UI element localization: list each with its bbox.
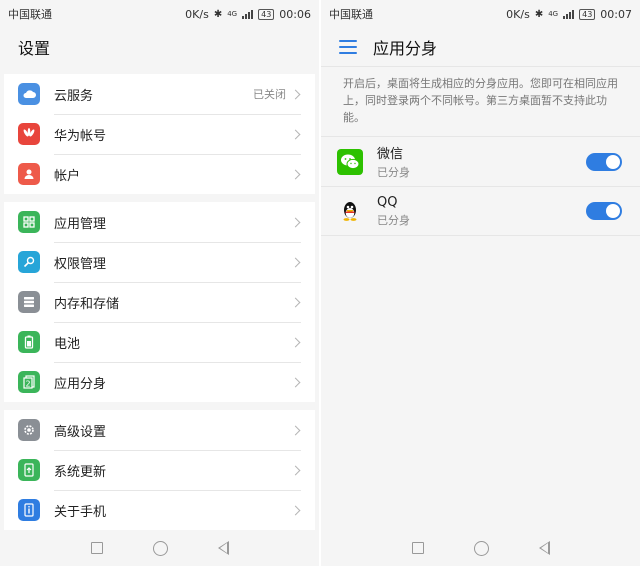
settings-item-cloud[interactable]: 云服务 已关闭: [4, 74, 315, 114]
chevron-right-icon: [290, 505, 301, 515]
settings-item-label: 华为帐号: [54, 128, 107, 144]
settings-item-label: 高级设置: [54, 424, 107, 440]
network-speed: 0K/s: [506, 7, 530, 21]
app-name: 微信: [377, 147, 404, 162]
page-title: 应用分身: [373, 39, 438, 58]
storage-icon: [18, 291, 40, 313]
chevron-right-icon: [290, 257, 301, 267]
navigation-bar: [0, 530, 319, 566]
settings-item-app-management[interactable]: 应用管理: [4, 202, 315, 242]
app-twin-item-qq[interactable]: QQ 已分身: [321, 186, 640, 236]
recent-apps-icon[interactable]: [90, 542, 103, 554]
apps-icon: [18, 211, 40, 233]
chevron-right-icon: [290, 425, 301, 435]
settings-item-huawei-id[interactable]: 华为帐号: [4, 114, 315, 154]
app-status: 已分身: [377, 166, 410, 179]
recent-apps-icon[interactable]: [411, 542, 424, 554]
settings-item-permissions[interactable]: 权限管理: [4, 242, 315, 282]
navigation-bar: [321, 530, 640, 566]
page-title-bar: 应用分身: [321, 28, 640, 66]
clock: 00:07: [600, 7, 632, 21]
chevron-right-icon: [290, 337, 301, 347]
cloud-icon: [18, 83, 40, 105]
battery-level: 43: [579, 8, 596, 20]
app-twin-item-wechat[interactable]: 微信 已分身: [321, 136, 640, 186]
home-icon[interactable]: [152, 540, 168, 556]
settings-item-accounts[interactable]: 帐户: [4, 154, 315, 194]
settings-screen: 中国联通 0K/s ✱ 4G 43 00:06 设置 云服务 已关闭 华为帐号: [0, 0, 319, 566]
battery-icon: [18, 331, 40, 353]
app-twin-toggle-qq[interactable]: [586, 202, 622, 220]
app-twin-icon: 2: [18, 371, 40, 393]
page-title: 设置: [18, 39, 51, 58]
settings-item-system-update[interactable]: 系统更新: [4, 450, 315, 490]
settings-group-account: 云服务 已关闭 华为帐号 帐户: [4, 74, 315, 194]
settings-item-label: 权限管理: [54, 256, 107, 272]
wechat-icon: [337, 148, 363, 175]
settings-item-label: 关于手机: [54, 504, 107, 520]
settings-item-advanced[interactable]: 高级设置: [4, 410, 315, 450]
svg-text:2: 2: [25, 380, 30, 389]
status-bar: 中国联通 0K/s ✱ 4G 43 00:07: [321, 0, 640, 28]
settings-item-value: 已关闭: [253, 88, 286, 101]
signal-icon: [563, 9, 575, 19]
menu-icon[interactable]: [339, 40, 357, 54]
app-twin-toggle-wechat[interactable]: [586, 152, 622, 171]
settings-item-label: 应用分身: [54, 376, 107, 392]
bluetooth-icon: ✱: [213, 8, 223, 20]
settings-item-label: 帐户: [54, 168, 81, 184]
network-type: 4G: [227, 10, 238, 18]
back-icon[interactable]: [538, 541, 550, 555]
chevron-right-icon: [290, 217, 301, 227]
app-twin-list: 微信 已分身 QQ 已分身: [321, 136, 640, 236]
chevron-right-icon: [290, 169, 301, 179]
bluetooth-icon: ✱: [534, 8, 544, 20]
battery-level: 43: [258, 8, 275, 20]
update-icon: [18, 459, 40, 481]
carrier-label: 中国联通: [8, 8, 52, 21]
chevron-right-icon: [290, 465, 301, 475]
settings-item-battery[interactable]: 电池: [4, 322, 315, 362]
clock: 00:06: [279, 7, 311, 21]
settings-item-app-twin[interactable]: 2 应用分身: [4, 362, 315, 402]
chevron-right-icon: [290, 297, 301, 307]
chevron-right-icon: [290, 129, 301, 139]
chevron-right-icon: [290, 377, 301, 387]
app-status: 已分身: [377, 213, 410, 227]
phone-info-icon: [18, 499, 40, 521]
settings-item-storage[interactable]: 内存和存储: [4, 282, 315, 322]
qq-icon: [337, 198, 363, 224]
settings-group-apps: 应用管理 权限管理 内存和存储 电池 2 应用分身: [4, 202, 315, 402]
network-speed: 0K/s: [185, 7, 209, 21]
account-icon: [18, 163, 40, 185]
settings-item-label: 系统更新: [54, 464, 107, 480]
app-name: QQ: [377, 194, 398, 210]
settings-item-label: 电池: [54, 336, 81, 352]
gear-icon: [18, 419, 40, 441]
settings-item-about-phone[interactable]: 关于手机: [4, 490, 315, 530]
network-type: 4G: [548, 10, 559, 18]
app-twin-screen: 中国联通 0K/s ✱ 4G 43 00:07 应用分身 开启后，桌面将生成相应…: [321, 0, 640, 566]
signal-icon: [242, 9, 254, 19]
settings-item-label: 应用管理: [54, 216, 107, 232]
huawei-icon: [18, 123, 40, 145]
settings-item-label: 内存和存储: [54, 296, 120, 312]
back-icon[interactable]: [217, 541, 229, 555]
chevron-right-icon: [290, 89, 301, 99]
settings-group-system: 高级设置 系统更新 关于手机: [4, 410, 315, 530]
carrier-label: 中国联通: [329, 8, 373, 21]
status-bar: 中国联通 0K/s ✱ 4G 43 00:06: [0, 0, 319, 28]
key-icon: [18, 251, 40, 273]
home-icon[interactable]: [473, 540, 489, 556]
settings-item-label: 云服务: [54, 88, 94, 104]
page-title-bar: 设置: [0, 28, 319, 66]
app-twin-description: 开启后，桌面将生成相应的分身应用。您即可在相同应用上，同时登录两个不同帐号。第三…: [321, 66, 640, 136]
